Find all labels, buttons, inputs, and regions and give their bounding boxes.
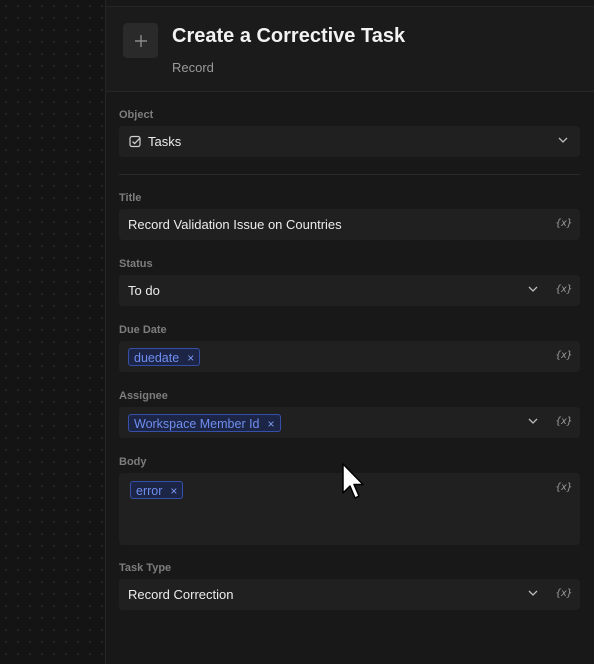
variable-chip: duedate ×	[128, 348, 201, 366]
step-settings-panel: Create a Corrective Task Record Object T…	[105, 0, 594, 664]
chevron-down-icon	[558, 137, 568, 143]
panel-header: Create a Corrective Task Record	[106, 7, 594, 92]
assignee-select[interactable]: Workspace Member Id × {x}	[119, 407, 580, 438]
mouse-cursor-icon	[342, 463, 364, 499]
variable-icon[interactable]: {x}	[555, 350, 572, 361]
variable-chip: Workspace Member Id ×	[128, 414, 281, 432]
due-date-label: Due Date	[119, 324, 167, 336]
close-icon[interactable]: ×	[187, 351, 194, 365]
section-divider	[119, 174, 580, 175]
page-subtitle: Record	[172, 60, 214, 75]
chevron-down-icon	[528, 590, 538, 596]
variable-icon[interactable]: {x}	[555, 218, 572, 229]
object-select[interactable]: Tasks	[119, 126, 580, 157]
checkbox-icon	[129, 135, 141, 148]
title-label: Title	[119, 192, 142, 204]
variable-icon[interactable]: {x}	[555, 416, 572, 427]
page-title[interactable]: Create a Corrective Task	[172, 25, 405, 48]
task-type-select[interactable]: Record Correction {x}	[119, 579, 580, 610]
chip-label: error	[136, 483, 163, 498]
status-label: Status	[119, 258, 153, 270]
title-value: Record Validation Issue on Countries	[128, 217, 342, 232]
body-label: Body	[119, 456, 147, 468]
variable-icon[interactable]: {x}	[555, 588, 572, 599]
chevron-down-icon	[528, 286, 538, 292]
chevron-down-icon	[528, 418, 538, 424]
task-type-value: Record Correction	[128, 587, 234, 602]
assignee-label: Assignee	[119, 390, 168, 402]
variable-icon[interactable]: {x}	[555, 284, 572, 295]
workflow-canvas[interactable]	[0, 0, 105, 664]
plus-icon[interactable]	[123, 23, 158, 58]
object-label: Object	[119, 109, 154, 121]
task-type-label: Task Type	[119, 562, 172, 574]
variable-chip: error ×	[130, 481, 184, 499]
object-value: Tasks	[148, 134, 182, 149]
close-icon[interactable]: ×	[170, 484, 177, 498]
due-date-field[interactable]: duedate × {x}	[119, 341, 580, 372]
status-value: To do	[128, 283, 160, 298]
close-icon[interactable]: ×	[268, 417, 275, 431]
status-select[interactable]: To do {x}	[119, 275, 580, 306]
chip-label: duedate	[134, 350, 180, 365]
chip-label: Workspace Member Id	[134, 416, 260, 431]
variable-icon[interactable]: {x}	[555, 482, 572, 493]
title-field[interactable]: Record Validation Issue on Countries {x}	[119, 209, 580, 240]
